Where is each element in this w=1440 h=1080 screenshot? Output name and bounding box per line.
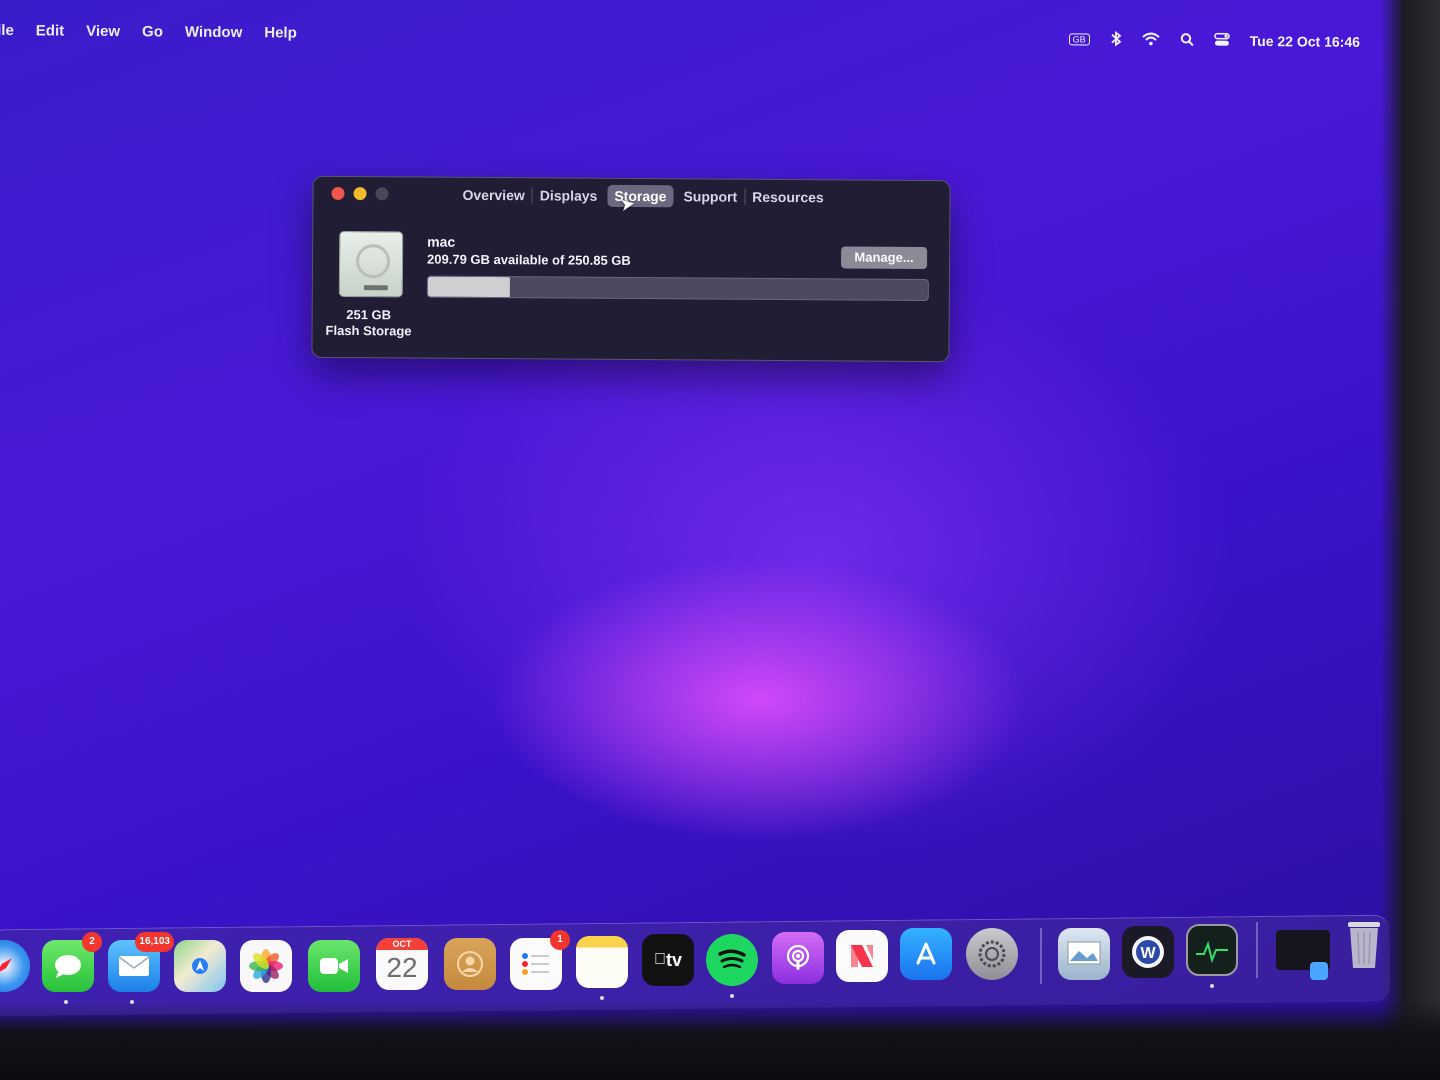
menu-clock[interactable]: Tue 22 Oct 16:46 [1250, 33, 1360, 50]
appletv-label: tv [659, 949, 682, 970]
preview-icon[interactable] [1058, 928, 1110, 980]
minimize-button[interactable] [353, 187, 367, 201]
storage-usage-bar [426, 275, 929, 302]
keyboard-input-badge[interactable]: GB [1068, 33, 1090, 46]
dock-divider [1256, 922, 1258, 978]
menu-help[interactable]: Help [264, 24, 297, 41]
tab-resources[interactable]: Resources [745, 186, 831, 209]
bluetooth-icon[interactable] [1110, 30, 1122, 49]
disk-capacity: 251 GB [346, 307, 392, 323]
appstore-icon[interactable] [900, 928, 952, 980]
running-indicator [1210, 984, 1214, 988]
flash-storage-disk-icon [338, 230, 404, 298]
maps-icon[interactable] [174, 940, 226, 992]
svg-text:W: W [1140, 945, 1156, 962]
reminders-badge: 1 [550, 930, 570, 950]
trash-icon[interactable] [1338, 918, 1390, 970]
messages-icon[interactable]: 2 [42, 932, 102, 992]
close-button[interactable] [331, 186, 345, 200]
tab-bar: Overview Displays Storage Support Resour… [455, 184, 830, 209]
news-icon[interactable] [836, 930, 888, 982]
appletv-icon[interactable]: tv [642, 934, 694, 986]
tab-storage[interactable]: Storage [607, 184, 674, 208]
podcasts-icon[interactable] [772, 932, 824, 984]
activity-monitor-icon[interactable] [1186, 924, 1238, 976]
calendar-icon[interactable]: OCT 22 [376, 938, 428, 990]
contacts-icon[interactable] [444, 938, 496, 990]
spotlight-search-icon[interactable] [1180, 32, 1194, 49]
safari-icon[interactable] [0, 940, 30, 992]
screen-bezel-right [1380, 0, 1440, 1080]
volume-name: mac [427, 233, 456, 250]
minimized-window-icon[interactable] [1276, 930, 1330, 980]
running-indicator [64, 1000, 68, 1004]
running-indicator [130, 1000, 134, 1004]
disk-capacity-label: 251 GB Flash Storage [319, 307, 419, 340]
manage-storage-button[interactable]: Manage... [841, 246, 928, 270]
menu-edit[interactable]: Edit [36, 22, 64, 39]
menu-bar: File Edit View Go Window Help GB Tue 22 … [0, 14, 1380, 58]
photos-icon[interactable] [240, 940, 292, 992]
calendar-day: 22 [386, 952, 418, 983]
control-center-icon[interactable] [1213, 32, 1230, 49]
calendar-month: OCT [376, 938, 428, 950]
desktop: File Edit View Go Window Help GB Tue 22 … [0, 0, 1440, 1080]
menu-go[interactable]: Go [142, 23, 163, 40]
wifi-icon[interactable] [1142, 31, 1160, 48]
menu-view[interactable]: View [86, 22, 120, 39]
w-app-icon[interactable]: W [1122, 926, 1174, 978]
menu-file[interactable]: File [0, 21, 14, 38]
mail-badge: 16,103 [135, 932, 174, 952]
running-indicator [600, 996, 604, 1000]
notes-icon[interactable] [576, 936, 628, 988]
reminders-icon[interactable]: 1 [510, 930, 570, 990]
dock-icons: 2 16,103 OCT 22 1 tv W [0, 922, 1420, 1008]
tab-support[interactable]: Support [676, 185, 744, 207]
tab-displays[interactable]: Displays [533, 184, 605, 206]
disk-type: Flash Storage [325, 322, 412, 339]
messages-badge: 2 [82, 932, 102, 952]
dock-divider [1040, 928, 1042, 984]
mail-icon[interactable]: 16,103 [108, 932, 174, 992]
running-indicator [730, 994, 734, 998]
spotify-icon[interactable] [706, 934, 758, 986]
menu-window[interactable]: Window [185, 23, 243, 40]
tab-overview[interactable]: Overview [455, 184, 531, 207]
storage-used-segment [427, 276, 510, 298]
zoom-button-disabled [375, 187, 389, 201]
volume-availability: 209.79 GB available of 250.85 GB [427, 251, 631, 268]
system-preferences-icon[interactable] [966, 928, 1018, 980]
facetime-icon[interactable] [308, 940, 360, 992]
